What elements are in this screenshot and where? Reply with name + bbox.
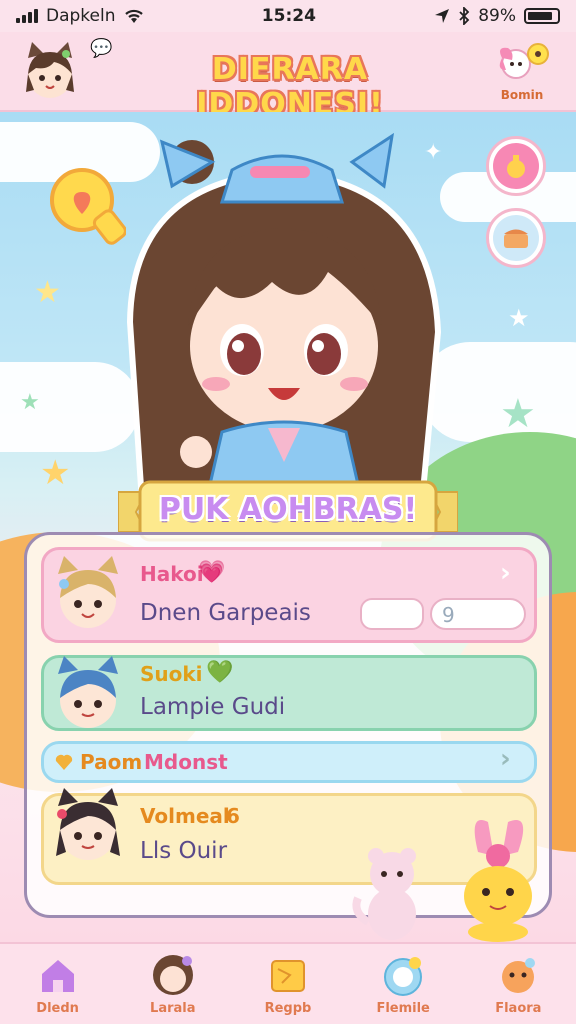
map-icon xyxy=(266,953,310,997)
bomin-button[interactable]: Bomin xyxy=(492,40,552,102)
nav-label: Dledn xyxy=(36,1000,79,1016)
signal-icon xyxy=(16,9,38,23)
nav-label: Regpb xyxy=(264,1000,312,1016)
nav-item-settings[interactable]: Flaora xyxy=(468,953,568,1016)
carrier-label: Dapkeln xyxy=(46,6,116,26)
friend-name: Suoki xyxy=(140,662,203,686)
friend-avatar xyxy=(58,556,118,628)
friend-name: Hakoi xyxy=(140,562,204,586)
toggle-value: 9 xyxy=(442,603,455,627)
app-header: 💬 DIERARA IDDONESI! Bomin xyxy=(0,32,576,122)
banner-title: PUK AOHBRAS! xyxy=(158,492,418,527)
friend-row[interactable]: Paom Mdonst › xyxy=(41,741,537,783)
nav-label: Flaora xyxy=(495,1000,542,1016)
star-decoration: ★ xyxy=(508,304,530,332)
friend-detail: Lampie Gudi xyxy=(140,694,286,720)
nav-item-map[interactable]: Regpb xyxy=(238,953,338,1016)
bomin-label: Bomin xyxy=(500,88,544,102)
bow-icon xyxy=(499,43,549,79)
inventory-button[interactable] xyxy=(486,208,546,268)
player-avatar[interactable] xyxy=(18,40,82,104)
pet-icon xyxy=(381,953,425,997)
message-input[interactable] xyxy=(360,598,424,630)
bunny-pet[interactable] xyxy=(448,812,548,942)
battery-percent: 89% xyxy=(478,6,516,26)
home-icon xyxy=(36,953,80,997)
chevron-right-icon[interactable]: › xyxy=(500,744,511,774)
friend-row[interactable]: Hakoi 💗 › Dnen Garpeais 9 xyxy=(41,547,537,643)
star-decoration: ★ xyxy=(500,391,536,437)
heart-icon: 💚 xyxy=(206,660,234,685)
chevron-right-icon[interactable]: › xyxy=(500,558,511,588)
settings-icon xyxy=(496,953,540,997)
friend-avatar xyxy=(58,656,118,728)
bottom-nav: Dledn Larala Regpb Flemile Flaora xyxy=(0,942,576,1024)
potion-icon xyxy=(507,155,525,178)
friend-detail: Mdonst xyxy=(144,750,228,774)
clock: 15:24 xyxy=(261,6,316,26)
battery-icon xyxy=(523,8,560,24)
star-decoration: ★ xyxy=(20,390,40,415)
speech-bubble-icon[interactable]: 💬 xyxy=(90,38,112,59)
friend-detail: Dnen Garpeais xyxy=(140,600,311,626)
wifi-icon xyxy=(124,9,143,23)
friend-detail: Lls Ouir xyxy=(140,838,228,864)
nav-label: Flemile xyxy=(376,1000,430,1016)
chest-icon xyxy=(504,229,528,248)
friend-name: Paom xyxy=(80,750,143,774)
nav-item-avatar[interactable]: Larala xyxy=(123,953,223,1016)
cat-pet[interactable] xyxy=(348,842,438,942)
star-decoration: ★ xyxy=(40,453,71,493)
nav-label: Larala xyxy=(150,1000,196,1016)
heart-icon: 6 xyxy=(226,804,240,828)
friend-avatar xyxy=(56,788,120,860)
game-scene: ★ ★ ★ ★ ✦ ★ PUK AOHBRAS! Hakoi 💗 › Dnen … xyxy=(0,112,576,942)
location-icon xyxy=(435,9,450,23)
status-bar: Dapkeln 15:24 89% xyxy=(0,0,576,32)
nav-item-home[interactable]: Dledn xyxy=(8,953,108,1016)
friend-row[interactable]: Suoki 💚 Lampie Gudi xyxy=(41,655,537,731)
heart-icon: 💗 xyxy=(198,560,226,585)
bluetooth-icon xyxy=(459,7,470,25)
heart-icon xyxy=(55,754,73,770)
star-decoration: ★ xyxy=(34,275,61,310)
potion-button[interactable] xyxy=(486,136,546,196)
avatar-icon xyxy=(151,953,195,997)
nav-item-pet[interactable]: Flemile xyxy=(353,953,453,1016)
toggle-switch[interactable]: 9 xyxy=(430,598,526,630)
main-character[interactable] xyxy=(92,122,472,502)
friend-name: Volmeal xyxy=(140,804,230,828)
